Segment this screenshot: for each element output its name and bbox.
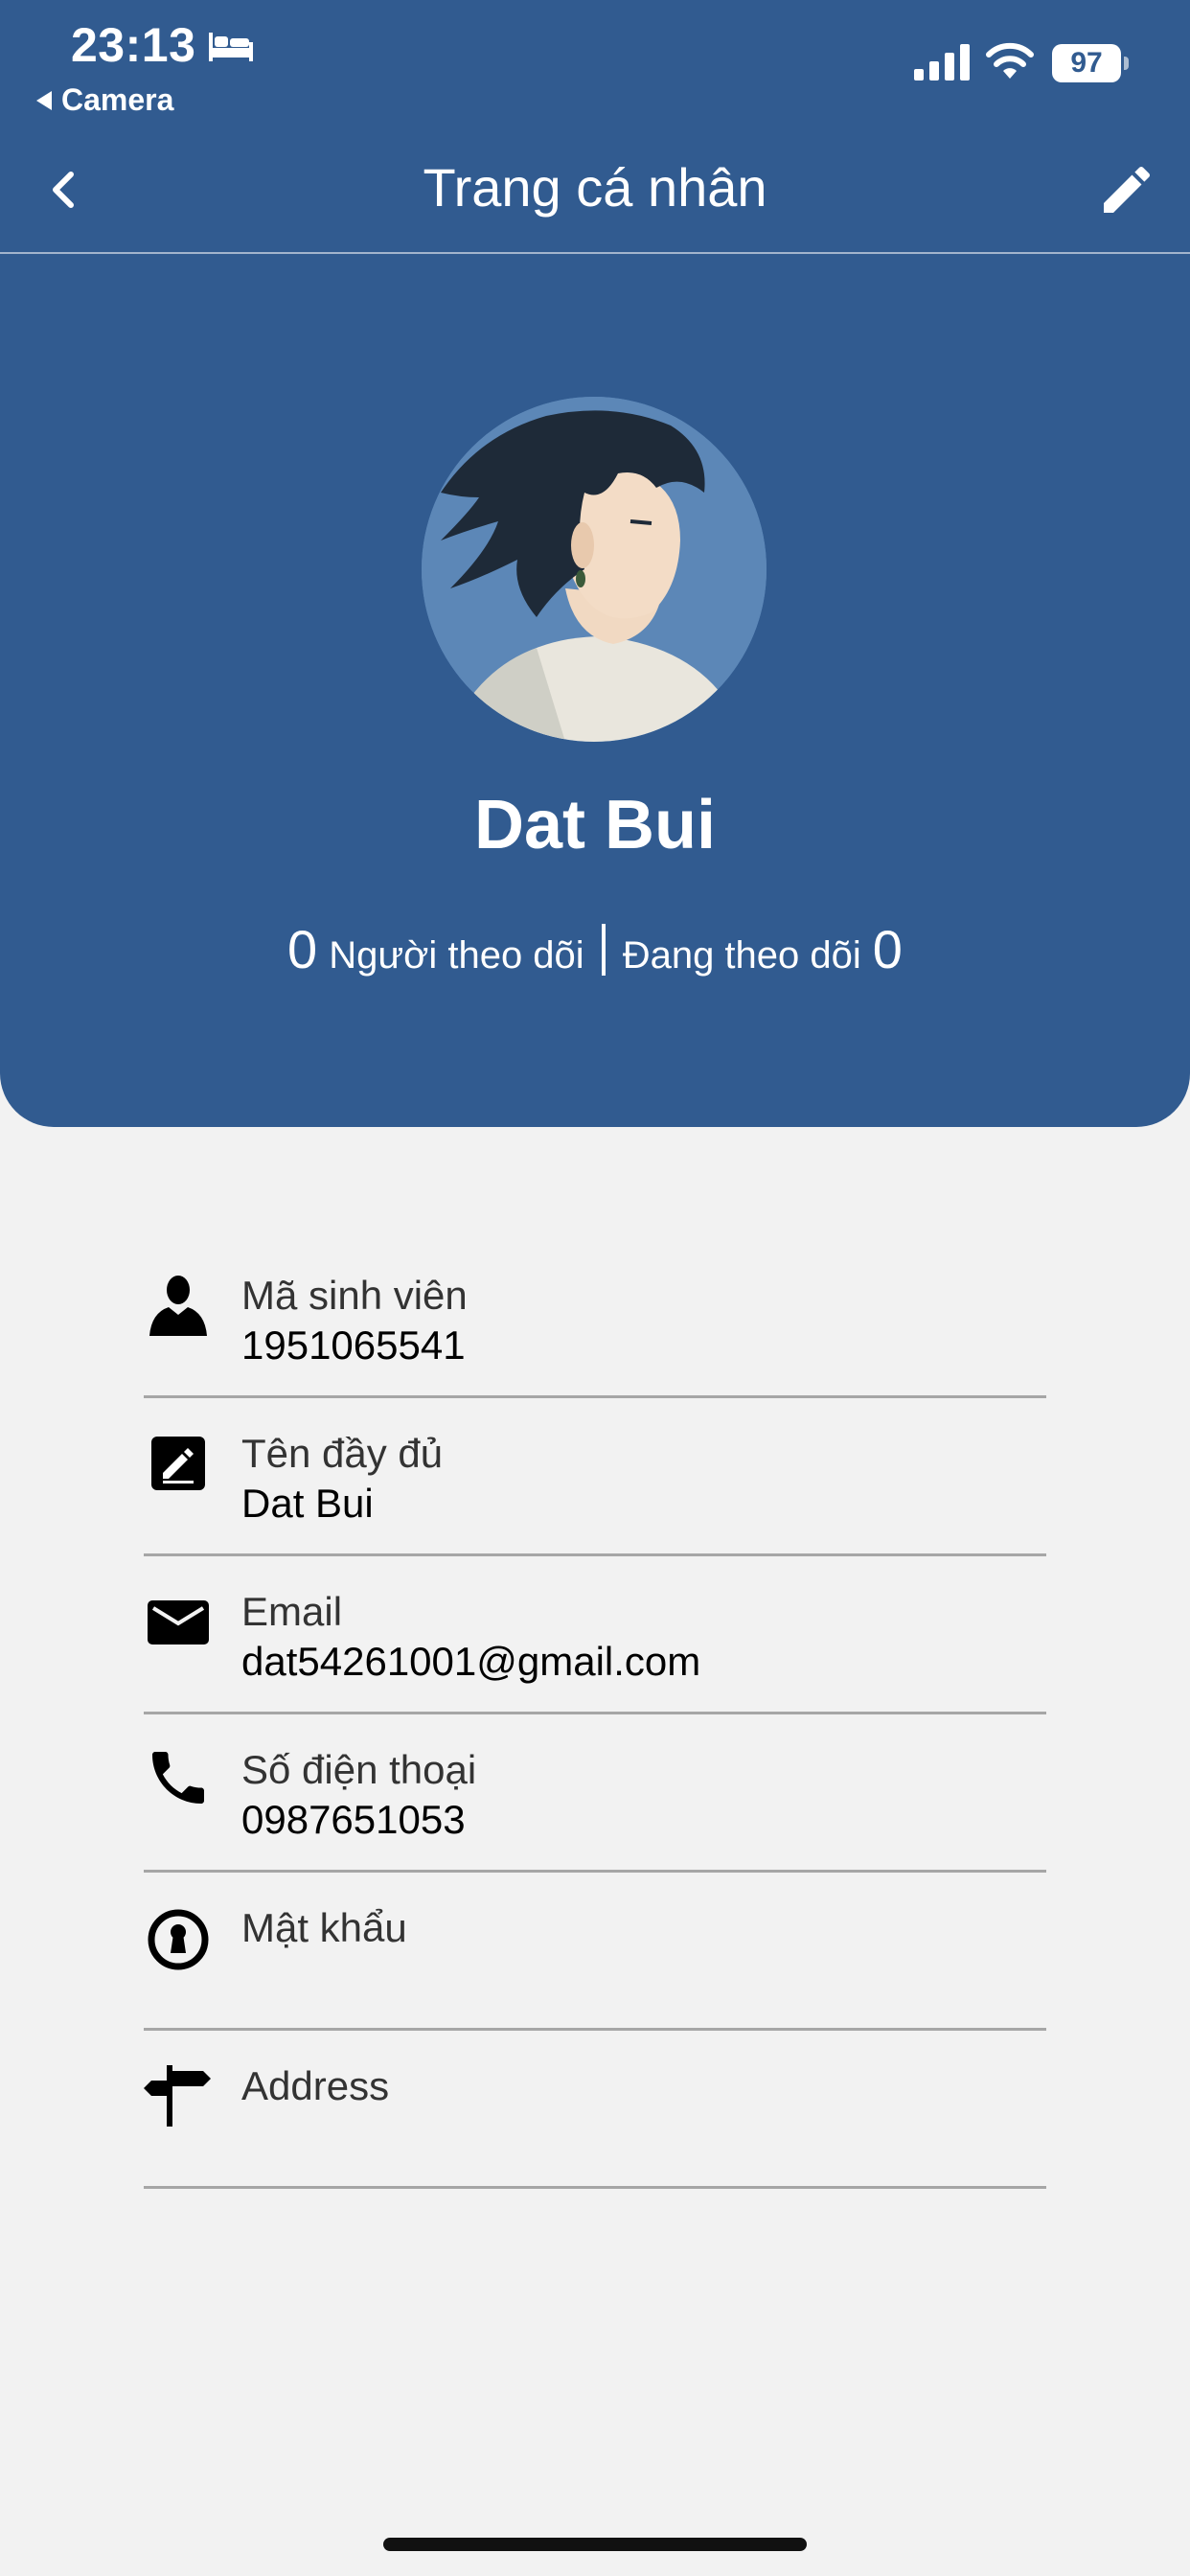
info-row-phone[interactable]: Số điện thoại 0987651053 bbox=[144, 1714, 1046, 1873]
back-to-app-link[interactable]: Camera bbox=[36, 82, 173, 118]
status-time: 23:13 bbox=[71, 18, 196, 72]
home-indicator[interactable] bbox=[383, 2538, 807, 2551]
back-triangle-icon bbox=[36, 90, 52, 110]
info-label: Mật khẩu bbox=[241, 1905, 407, 1950]
info-label: Email bbox=[241, 1589, 343, 1634]
nav-divider bbox=[0, 252, 1190, 254]
signpost-icon bbox=[144, 2065, 211, 2127]
keyhole-icon bbox=[148, 1909, 209, 1970]
profile-info-list: Mã sinh viên 1951065541 Tên đầy đủ Dat B… bbox=[144, 1240, 1046, 2189]
sleep-focus-icon bbox=[209, 33, 253, 61]
profile-screen: 23:13 Camera 97 Trang cá nhân Dat Bui 0 … bbox=[0, 0, 1190, 2576]
followers-count[interactable]: 0 bbox=[287, 918, 317, 980]
following-count[interactable]: 0 bbox=[873, 918, 903, 980]
mail-icon bbox=[148, 1600, 209, 1644]
follow-separator bbox=[601, 923, 606, 976]
back-app-label: Camera bbox=[61, 82, 174, 117]
info-row-password[interactable]: Mật khẩu bbox=[144, 1873, 1046, 2031]
info-row-full-name[interactable]: Tên đầy đủ Dat Bui bbox=[144, 1398, 1046, 1556]
wifi-icon bbox=[986, 42, 1034, 79]
profile-name: Dat Bui bbox=[474, 787, 716, 863]
battery-indicator: 97 bbox=[1052, 44, 1129, 82]
phone-icon bbox=[152, 1752, 204, 1804]
info-label: Address bbox=[241, 2063, 390, 2108]
info-label: Mã sinh viên bbox=[241, 1273, 468, 1318]
pencil-edit-icon[interactable] bbox=[1096, 159, 1157, 220]
follow-stats: 0 Người theo dõi Đang theo dõi 0 bbox=[0, 918, 1190, 980]
page-title: Trang cá nhân bbox=[423, 157, 767, 218]
info-label: Tên đầy đủ bbox=[241, 1431, 444, 1476]
person-icon bbox=[149, 1276, 207, 1336]
battery-level: 97 bbox=[1052, 44, 1121, 82]
avatar-illustration bbox=[422, 397, 767, 742]
info-value: Dat Bui bbox=[241, 1481, 374, 1526]
info-value: 1951065541 bbox=[241, 1322, 466, 1368]
info-row-student-id[interactable]: Mã sinh viên 1951065541 bbox=[144, 1240, 1046, 1398]
following-label[interactable]: Đang theo dõi bbox=[623, 934, 861, 978]
info-row-address[interactable]: Address bbox=[144, 2031, 1046, 2189]
avatar[interactable] bbox=[422, 397, 767, 742]
info-label: Số điện thoại bbox=[241, 1747, 477, 1792]
info-row-email[interactable]: Email dat54261001@gmail.com bbox=[144, 1556, 1046, 1714]
info-value: 0987651053 bbox=[241, 1797, 466, 1842]
cellular-signal-icon bbox=[914, 44, 970, 80]
edit-box-icon bbox=[151, 1437, 205, 1490]
battery-tip bbox=[1124, 57, 1129, 70]
info-value: dat54261001@gmail.com bbox=[241, 1639, 701, 1684]
followers-label[interactable]: Người theo dõi bbox=[329, 934, 584, 978]
